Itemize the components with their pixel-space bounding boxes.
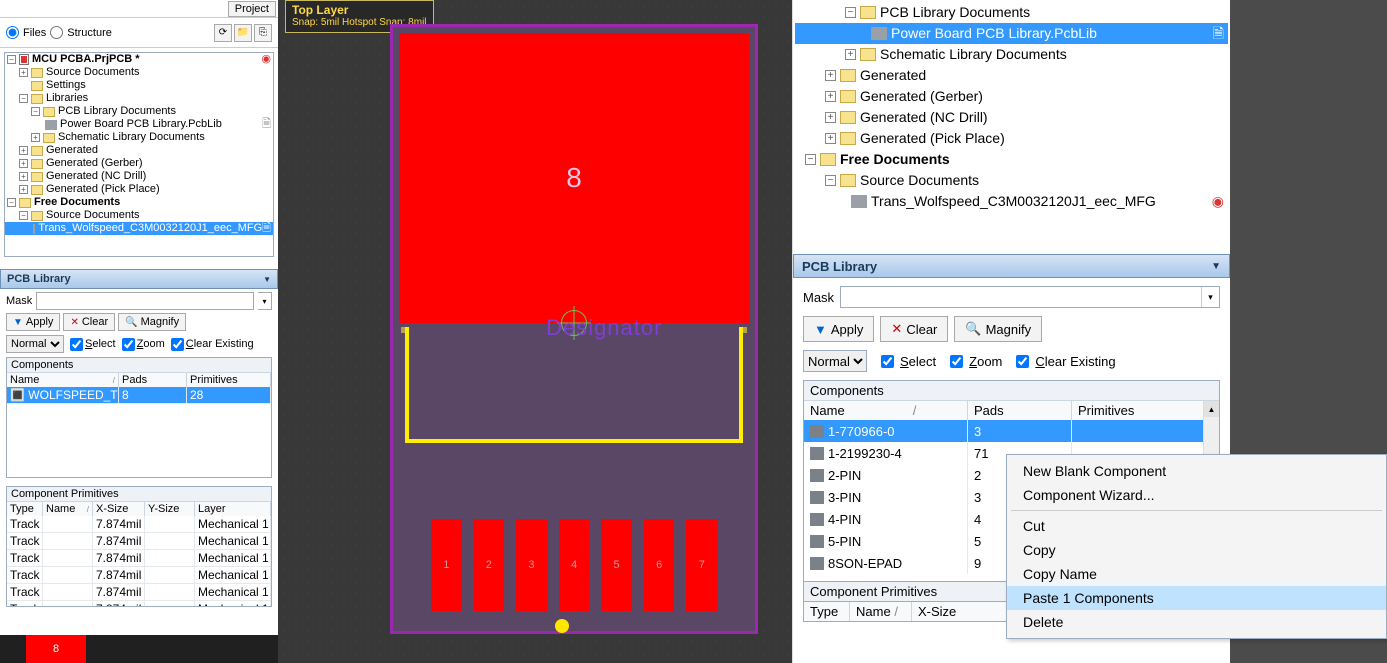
menu-delete[interactable]: Delete [1007, 610, 1386, 634]
pad-3: 3 [516, 519, 547, 611]
mode-select-left[interactable]: Normal [6, 335, 64, 353]
mask-input-right[interactable] [841, 287, 1201, 307]
menu-new-blank[interactable]: New Blank Component [1007, 459, 1386, 483]
pin1-marker [555, 619, 569, 633]
structure-radio[interactable]: Structure [50, 26, 112, 39]
board-outline: 8 Designator 1234567 [390, 24, 758, 634]
mask-dropdown-right[interactable]: ▾ [1201, 287, 1219, 307]
pad-1: 1 [431, 519, 462, 611]
pcb-canvas[interactable]: Top Layer Snap: 5mil Hotspot Snap: 8mil … [278, 0, 792, 663]
folder-icon[interactable]: 📁 [234, 24, 252, 42]
layer-current[interactable]: 8 [26, 635, 86, 663]
component-row[interactable]: 🔳 WOLFSPEED_TO-263-7X 8 28 [7, 387, 271, 404]
files-radio[interactable]: Files [6, 26, 46, 39]
primitives-grid-left[interactable]: Component Primitives Type Name/ X-Size Y… [6, 486, 272, 607]
pad-6: 6 [644, 519, 675, 611]
components-grid-left[interactable]: Components Name/ Pads Primitives 🔳 WOLFS… [6, 357, 272, 478]
pad-7: 7 [686, 519, 717, 611]
refresh-icon[interactable]: ⟳ [214, 24, 232, 42]
zoom-checkbox-left[interactable]: Zoom [122, 338, 165, 351]
magnify-button-right[interactable]: 🔍Magnify [954, 316, 1042, 342]
primitive-row[interactable]: Track7.874milMechanical 1 [7, 533, 271, 550]
designator-text: Designator [546, 315, 662, 341]
clear-button-left[interactable]: ✕Clear [63, 313, 115, 331]
project-button[interactable]: Project [228, 1, 276, 17]
context-menu: New Blank Component Component Wizard... … [1006, 454, 1387, 639]
pad-4: 4 [559, 519, 590, 611]
menu-paste[interactable]: Paste 1 Components [1007, 586, 1386, 610]
project-tree[interactable]: −MCU PCBA.PrjPCB *◉ +Source Documents Se… [4, 52, 274, 257]
primitive-row[interactable]: Track7.874milMechanical 1 [7, 516, 271, 533]
pad-5: 5 [601, 519, 632, 611]
apply-button-right[interactable]: ▼Apply [803, 316, 874, 342]
apply-button-left[interactable]: ▼Apply [6, 313, 60, 331]
mask-label-right: Mask [803, 290, 834, 305]
mode-select-right[interactable]: Normal [804, 351, 866, 371]
clear-existing-checkbox-right[interactable]: Clear Existing [1012, 352, 1115, 371]
project-tree-right[interactable]: −PCB Library Documents Power Board PCB L… [793, 0, 1230, 214]
primitive-row[interactable]: Track7.874milMechanical 1 [7, 584, 271, 601]
magnify-button-left[interactable]: 🔍Magnify [118, 313, 186, 331]
mask-input-left[interactable] [36, 292, 254, 310]
pad-2: 2 [474, 519, 505, 611]
pad-8: 8 [399, 33, 749, 323]
clear-button-right[interactable]: ✕Clear [880, 316, 948, 342]
select-checkbox-right[interactable]: Select [877, 352, 936, 371]
menu-cut[interactable]: Cut [1007, 514, 1386, 538]
left-panel: Project Files Structure ⟳ 📁 ⎘ −MCU PCBA.… [0, 0, 278, 663]
component-row[interactable]: 1-770966-03 [804, 420, 1219, 442]
primitive-row[interactable]: Track7.874milMechanical 1 [7, 550, 271, 567]
menu-component-wizard[interactable]: Component Wizard... [1007, 483, 1386, 507]
primitive-row[interactable]: Track7.874milMechanical 1 [7, 601, 271, 606]
pcb-library-header-right[interactable]: PCB Library▼ [793, 254, 1230, 278]
silk-outline [405, 327, 743, 443]
mask-label: Mask [6, 295, 32, 307]
primitive-row[interactable]: Track7.874milMechanical 1 [7, 567, 271, 584]
layer-bar[interactable]: 8 [0, 635, 278, 663]
zoom-checkbox-right[interactable]: Zoom [946, 352, 1002, 371]
menu-copy-name[interactable]: Copy Name [1007, 562, 1386, 586]
pcb-library-header-left[interactable]: PCB Library▼ [0, 269, 278, 289]
pin-icon[interactable]: ⎘ [254, 24, 272, 42]
mask-dropdown-left[interactable]: ▾ [258, 292, 272, 310]
menu-copy[interactable]: Copy [1007, 538, 1386, 562]
clear-existing-checkbox-left[interactable]: Clear Existing [171, 338, 254, 351]
select-checkbox-left[interactable]: Select [70, 338, 116, 351]
